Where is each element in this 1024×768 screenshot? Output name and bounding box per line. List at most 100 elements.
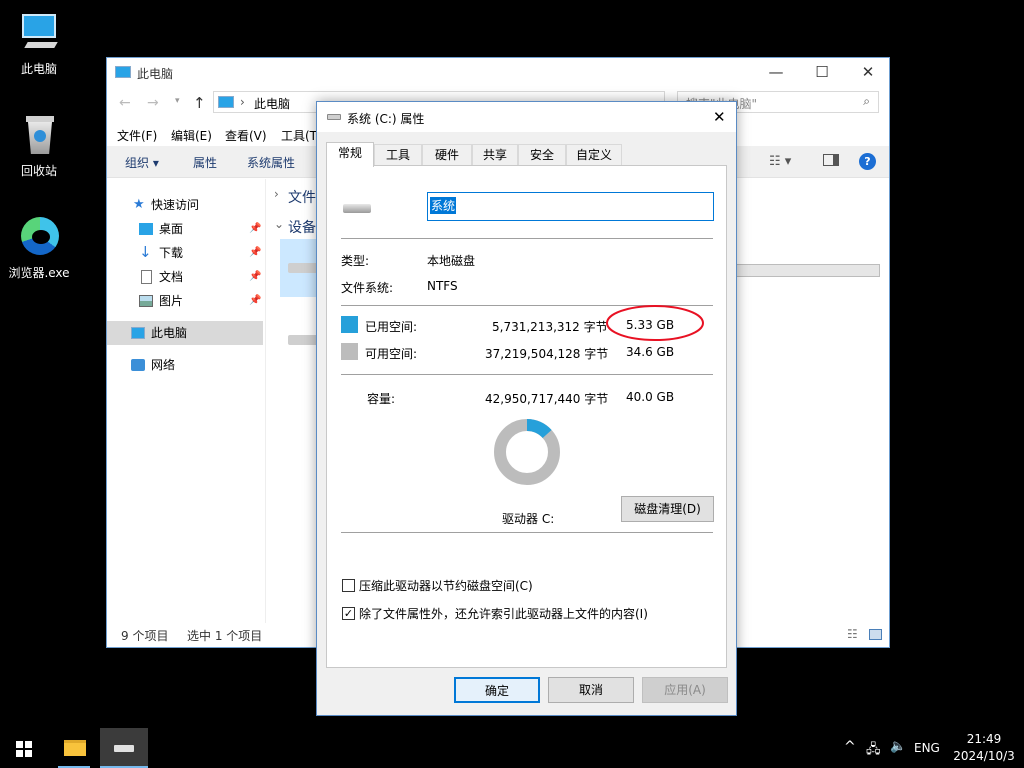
tab-customize[interactable]: 自定义 xyxy=(566,144,622,166)
disk-cleanup-button[interactable]: 磁盘清理(D) xyxy=(621,496,714,522)
maximize-button[interactable]: ☐ xyxy=(799,58,845,88)
pin-icon[interactable]: 📌 xyxy=(249,289,261,313)
section-chevron-icon[interactable]: › xyxy=(274,187,279,201)
tab-general[interactable]: 常规 xyxy=(326,142,374,167)
explorer-titlebar[interactable]: 此电脑 — ☐ ✕ xyxy=(107,58,889,88)
tab-hardware[interactable]: 硬件 xyxy=(422,144,472,166)
drive-icon xyxy=(114,745,134,752)
filesystem-label: 文件系统: xyxy=(341,281,394,295)
search-icon: ⌕ xyxy=(863,94,870,108)
change-view-icon[interactable]: ☷ ▾ xyxy=(769,154,791,169)
volume-name-text: 系统 xyxy=(430,197,457,214)
up-arrow-icon[interactable]: ↑ xyxy=(193,94,206,112)
clock-time: 21:49 xyxy=(966,732,1002,746)
type-label: 类型: xyxy=(341,254,370,268)
dialog-titlebar[interactable]: 系统 (C:) 属性 ✕ xyxy=(317,102,736,132)
capacity-label: 容量: xyxy=(367,392,396,406)
capacity-bytes: 42,950,717,440 字节 xyxy=(485,392,609,406)
navigation-pane: ★ 快速访问 桌面 📌 ↓ 下载 📌 文档 📌 图片 📌 此电脑 网络 xyxy=(107,179,265,627)
nav-desktop[interactable]: 桌面 📌 xyxy=(107,217,265,241)
divider xyxy=(341,374,713,375)
nav-network[interactable]: 网络 xyxy=(107,353,265,377)
details-view-icon[interactable]: ☷ xyxy=(847,627,858,641)
download-arrow-icon: ↓ xyxy=(139,243,152,261)
tab-security[interactable]: 安全 xyxy=(518,144,566,166)
desktop-icon-browser[interactable]: 浏览器.exe xyxy=(4,214,74,281)
desktop-icon-label: 回收站 xyxy=(20,164,57,178)
nav-downloads[interactable]: ↓ 下载 📌 xyxy=(107,241,265,265)
forward-arrow-icon[interactable]: → xyxy=(147,95,159,111)
tray-chevron-icon[interactable]: ^ xyxy=(844,739,856,755)
clock[interactable]: 21:49 2024/10/3 xyxy=(950,731,1018,765)
edge-browser-icon xyxy=(16,214,62,260)
ok-button[interactable]: 确定 xyxy=(454,677,540,703)
document-icon xyxy=(141,270,152,284)
nav-pictures[interactable]: 图片 📌 xyxy=(107,289,265,313)
this-pc-icon xyxy=(131,327,145,339)
compress-label[interactable]: 压缩此驱动器以节约磁盘空间(C) xyxy=(359,577,533,594)
free-space-gb: 34.6 GB xyxy=(626,345,675,359)
explorer-title: 此电脑 xyxy=(137,67,174,81)
index-label[interactable]: 除了文件属性外，还允许索引此驱动器上文件的内容(I) xyxy=(359,605,648,622)
free-space-swatch xyxy=(341,343,358,360)
desktop-folder-icon xyxy=(139,223,153,235)
help-icon[interactable]: ? xyxy=(859,153,876,170)
taskbar: ^ 🖧 🔈 ENG 21:49 2024/10/3 xyxy=(0,728,1024,768)
divider xyxy=(341,532,713,533)
drive-icon xyxy=(327,114,341,120)
red-highlight-ellipse xyxy=(606,305,704,341)
nav-documents[interactable]: 文档 📌 xyxy=(107,265,265,289)
volume-icon[interactable]: 🔈 xyxy=(890,739,906,754)
taskbar-file-explorer[interactable] xyxy=(54,728,94,768)
pin-icon[interactable]: 📌 xyxy=(249,241,261,265)
used-space-label: 已用空间: xyxy=(365,320,418,334)
tab-tools[interactable]: 工具 xyxy=(374,144,422,166)
volume-name-input[interactable]: 系统 xyxy=(427,192,714,221)
preview-pane-icon[interactable] xyxy=(823,154,839,166)
divider xyxy=(341,238,713,239)
properties-button[interactable]: 属性 xyxy=(193,154,217,171)
start-button[interactable] xyxy=(0,728,48,768)
tab-sharing[interactable]: 共享 xyxy=(472,144,518,166)
this-pc-icon xyxy=(115,66,131,78)
system-properties-button[interactable]: 系统属性 xyxy=(247,154,295,171)
organize-button[interactable]: 组织 ▾ xyxy=(125,154,159,171)
desktop-icon-label: 浏览器.exe xyxy=(8,266,70,280)
nav-this-pc[interactable]: 此电脑 xyxy=(107,321,263,345)
general-tab-panel: 系统 类型: 本地磁盘 文件系统: NTFS 已用空间: 5,731,213,3… xyxy=(326,165,727,668)
highlight-ellipse-shape xyxy=(606,305,704,341)
menu-view[interactable]: 查看(V) xyxy=(225,127,267,144)
windows-logo-gap xyxy=(16,748,32,750)
large-icons-view-icon[interactable] xyxy=(869,629,882,640)
this-pc-icon xyxy=(218,96,234,108)
back-arrow-icon[interactable]: ← xyxy=(119,95,131,111)
dialog-title: 系统 (C:) 属性 xyxy=(347,112,425,126)
used-space-bytes: 5,731,213,312 字节 xyxy=(492,320,608,334)
free-space-bytes: 37,219,504,128 字节 xyxy=(485,347,609,361)
type-value: 本地磁盘 xyxy=(427,254,476,268)
properties-dialog[interactable]: 系统 (C:) 属性 ✕ 常规 工具 硬件 共享 安全 自定义 系统 类型: 本… xyxy=(316,101,737,716)
menu-edit[interactable]: 编辑(E) xyxy=(171,127,212,144)
index-checkbox[interactable]: ✓ xyxy=(342,607,355,620)
minimize-button[interactable]: — xyxy=(753,58,799,88)
pictures-icon xyxy=(139,295,153,307)
apply-button[interactable]: 应用(A) xyxy=(642,677,728,703)
taskbar-drive-properties[interactable] xyxy=(100,728,148,768)
cancel-button[interactable]: 取消 xyxy=(548,677,634,703)
recycle-bin-icon xyxy=(16,112,62,158)
close-icon[interactable]: ✕ xyxy=(713,108,726,126)
drive-icon xyxy=(288,335,318,345)
close-button[interactable]: ✕ xyxy=(845,58,891,88)
menu-file[interactable]: 文件(F) xyxy=(117,127,157,144)
desktop-icon-this-pc[interactable]: 此电脑 xyxy=(4,10,74,77)
section-chevron-icon[interactable]: ⌄ xyxy=(274,217,284,231)
desktop-icon-recycle-bin[interactable]: 回收站 xyxy=(4,112,74,179)
pin-icon[interactable]: 📌 xyxy=(249,217,261,241)
network-icon[interactable]: 🖧 xyxy=(866,740,881,762)
nav-quick-access[interactable]: ★ 快速访问 xyxy=(107,193,265,217)
pin-icon[interactable]: 📌 xyxy=(249,265,261,289)
language-indicator[interactable]: ENG xyxy=(914,741,940,755)
compress-checkbox[interactable] xyxy=(342,579,355,592)
recent-chevron-icon[interactable]: ▾ xyxy=(175,96,180,106)
folder-icon xyxy=(64,740,86,756)
